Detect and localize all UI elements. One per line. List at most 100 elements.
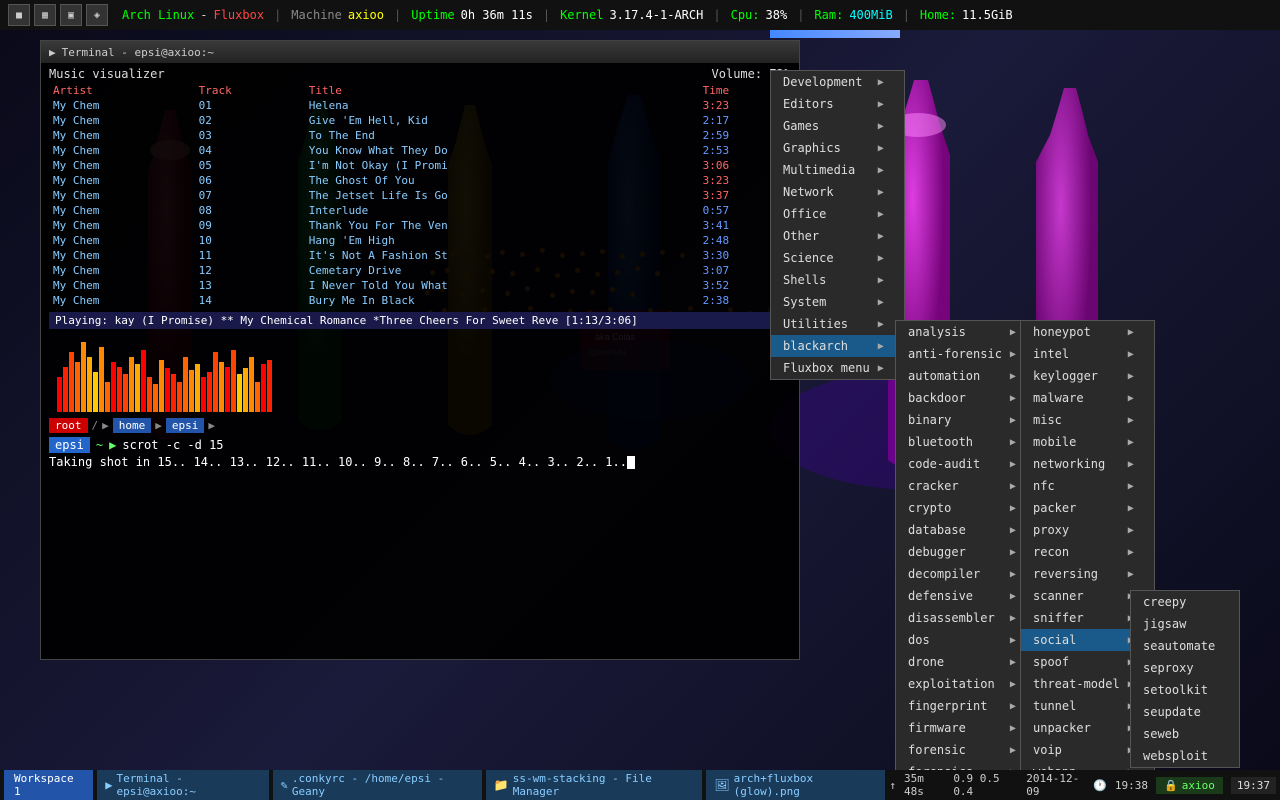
menu-item-label: fingerprint — [908, 699, 987, 713]
hostname-text: axioo — [1182, 779, 1215, 792]
menu-l2-item[interactable]: drone▶ — [896, 651, 1036, 673]
menu-l2-item[interactable]: automation▶ — [896, 365, 1036, 387]
menu-l1-item[interactable]: System▶ — [771, 291, 904, 313]
menu-l1-item[interactable]: blackarch▶ — [771, 335, 904, 357]
menu-l4-item[interactable]: seproxy — [1131, 657, 1239, 679]
task-terminal-label: Terminal - epsi@axioo:~ — [116, 772, 260, 798]
menu-l2[interactable]: analysis▶anti-forensic▶automation▶backdo… — [895, 320, 1037, 770]
menu-item-label: firmware — [908, 721, 966, 735]
menu-l1-item[interactable]: Office▶ — [771, 203, 904, 225]
menu-l2-item[interactable]: analysis▶ — [896, 321, 1036, 343]
menu-l3-item[interactable]: keylogger▶ — [1021, 365, 1154, 387]
terminal-titlebar[interactable]: ▶ Terminal - epsi@axioo:~ — [41, 41, 799, 63]
menu-l3-item[interactable]: nfc▶ — [1021, 475, 1154, 497]
submenu-arrow: ▶ — [1010, 613, 1016, 624]
menu-l3-item[interactable]: malware▶ — [1021, 387, 1154, 409]
menu-l2-item[interactable]: code-audit▶ — [896, 453, 1036, 475]
icon-4[interactable]: ◈ — [86, 4, 108, 26]
menu-l2-item[interactable]: forensics▶ — [896, 761, 1036, 770]
submenu-arrow: ▶ — [1128, 327, 1134, 338]
menu-l4-item[interactable]: seweb — [1131, 723, 1239, 745]
menu-item-label: voip — [1033, 743, 1062, 757]
menu-l1-item[interactable]: Fluxbox menu▶ — [771, 357, 904, 379]
menu-l4-item[interactable]: jigsaw — [1131, 613, 1239, 635]
menu-l3-item[interactable]: proxy▶ — [1021, 519, 1154, 541]
menu-l2-item[interactable]: backdoor▶ — [896, 387, 1036, 409]
menu-l2-item[interactable]: database▶ — [896, 519, 1036, 541]
menu-l3-item[interactable]: recon▶ — [1021, 541, 1154, 563]
menu-item-label: database — [908, 523, 966, 537]
track-row: My Chem 10 Hang 'Em High 2:48 — [49, 233, 791, 248]
icon-1[interactable]: ■ — [8, 4, 30, 26]
menu-l2-item[interactable]: cracker▶ — [896, 475, 1036, 497]
menu-item-label: honeypot — [1033, 325, 1091, 339]
menu-l4-item[interactable]: creepy — [1131, 591, 1239, 613]
menu-l2-item[interactable]: firmware▶ — [896, 717, 1036, 739]
menu-l4-item[interactable]: setoolkit — [1131, 679, 1239, 701]
terminal-icon: ▶ — [49, 46, 56, 59]
menu-l4[interactable]: creepyjigsawseautomateseproxysetoolkitse… — [1130, 590, 1240, 768]
menu-l3-item[interactable]: reversing▶ — [1021, 563, 1154, 585]
menu-l1-item[interactable]: Editors▶ — [771, 93, 904, 115]
menu-item-label: backdoor — [908, 391, 966, 405]
task-image[interactable]: 🖼 arch+fluxbox (glow).png — [706, 770, 885, 800]
task-geany[interactable]: ✎ .conkyrc - /home/epsi - Geany — [273, 770, 482, 800]
uptime-label: Uptime — [411, 8, 454, 22]
menu-l3-item[interactable]: honeypot ▶ — [1021, 321, 1154, 343]
menu-l2-item[interactable]: disassembler▶ — [896, 607, 1036, 629]
clock-icon: 🕐 — [1093, 779, 1107, 792]
menu-l2-item[interactable]: forensic▶ — [896, 739, 1036, 761]
menu-l3-item[interactable]: misc▶ — [1021, 409, 1154, 431]
task-geany-label: .conkyrc - /home/epsi - Geany — [292, 772, 474, 798]
menu-l1-item[interactable]: Network▶ — [771, 181, 904, 203]
vis-bar — [153, 384, 158, 412]
menu-l2-item[interactable]: decompiler▶ — [896, 563, 1036, 585]
menu-l1-item[interactable]: Science▶ — [771, 247, 904, 269]
menu-l4-item[interactable]: seautomate — [1131, 635, 1239, 657]
vis-bar — [189, 370, 194, 412]
menu-l2-item[interactable]: debugger▶ — [896, 541, 1036, 563]
task-terminal[interactable]: ▶ Terminal - epsi@axioo:~ — [97, 770, 268, 800]
cmd-line[interactable]: epsi ~ ▶ scrot -c -d 15 — [49, 437, 791, 453]
icon-3[interactable]: ▣ — [60, 4, 82, 26]
menu-item-label: anti-forensic — [908, 347, 1002, 361]
task-fm[interactable]: 📁 ss-wm-stacking - File Manager — [486, 770, 703, 800]
menu-l1-item[interactable]: Multimedia▶ — [771, 159, 904, 181]
menu-l3-item[interactable]: intel▶ — [1021, 343, 1154, 365]
menu-l1[interactable]: Development▶Editors▶Games▶Graphics▶Multi… — [770, 70, 905, 380]
icon-2[interactable]: ▦ — [34, 4, 56, 26]
menu-item-label: System — [783, 295, 826, 309]
menu-l2-item[interactable]: fingerprint▶ — [896, 695, 1036, 717]
workspace-btn[interactable]: Workspace 1 — [4, 770, 93, 800]
menu-l1-item[interactable]: Utilities▶ — [771, 313, 904, 335]
menu-l1-item[interactable]: Graphics▶ — [771, 137, 904, 159]
menu-l3-item[interactable]: mobile▶ — [1021, 431, 1154, 453]
submenu-arrow: ▶ — [878, 121, 884, 132]
menu-l2-item[interactable]: exploitation▶ — [896, 673, 1036, 695]
menu-l2-item[interactable]: dos▶ — [896, 629, 1036, 651]
menu-l1-item[interactable]: Development▶ — [771, 71, 904, 93]
menu-item-label: creepy — [1143, 595, 1186, 609]
menu-l4-item[interactable]: seupdate — [1131, 701, 1239, 723]
cmd-text: scrot -c -d 15 — [122, 438, 223, 452]
menu-l2-item[interactable]: defensive▶ — [896, 585, 1036, 607]
menu-l2-item[interactable]: crypto▶ — [896, 497, 1036, 519]
menu-item-label: social — [1033, 633, 1076, 647]
menu-l3-item[interactable]: packer▶ — [1021, 497, 1154, 519]
submenu-arrow: ▶ — [1010, 481, 1016, 492]
terminal-body[interactable]: Music visualizer Volume: 72% Artist Trac… — [41, 63, 799, 659]
menu-l2-item[interactable]: anti-forensic▶ — [896, 343, 1036, 365]
menu-l1-item[interactable]: Shells▶ — [771, 269, 904, 291]
menu-l1-item[interactable]: Other▶ — [771, 225, 904, 247]
menu-l3-item[interactable]: networking▶ — [1021, 453, 1154, 475]
vis-bar — [195, 364, 200, 412]
menu-l2-item[interactable]: binary▶ — [896, 409, 1036, 431]
submenu-arrow: ▶ — [1010, 415, 1016, 426]
submenu-arrow: ▶ — [1128, 569, 1134, 580]
submenu-arrow: ▶ — [878, 77, 884, 88]
submenu-arrow: ▶ — [1010, 635, 1016, 646]
menu-l1-item[interactable]: Games▶ — [771, 115, 904, 137]
menu-l2-item[interactable]: bluetooth▶ — [896, 431, 1036, 453]
menu-item-label: malware — [1033, 391, 1084, 405]
menu-l4-item[interactable]: websploit — [1131, 745, 1239, 767]
